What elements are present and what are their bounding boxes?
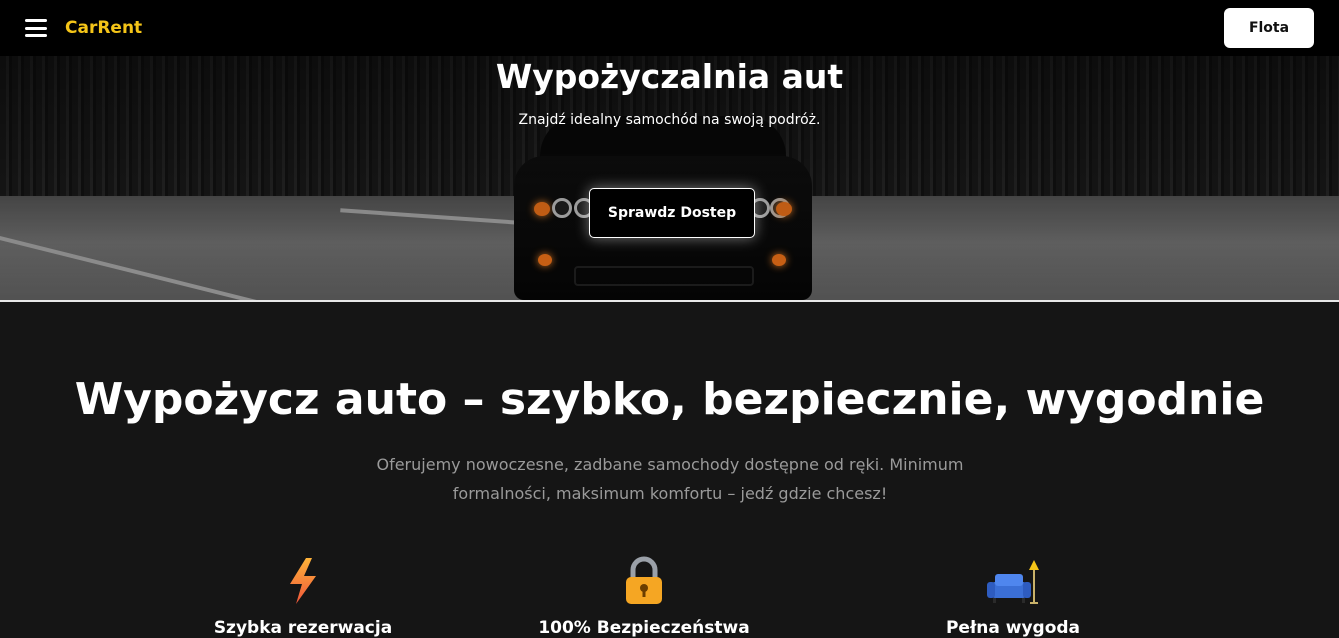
navbar-left: CarRent xyxy=(25,18,142,38)
feature-item: Pełna wygoda xyxy=(893,554,1133,638)
top-navbar: CarRent Flota xyxy=(0,0,1339,56)
brand-logo[interactable]: CarRent xyxy=(65,18,142,38)
lightning-icon xyxy=(183,554,423,608)
check-availability-button[interactable]: Sprawdz Dostep xyxy=(589,188,755,238)
section-title: Wypożycz auto – szybko, bezpiecznie, wyg… xyxy=(74,374,1265,425)
divider xyxy=(0,300,1339,302)
feature-label: Szybka rezerwacja xyxy=(213,618,393,638)
padlock-icon xyxy=(524,554,764,608)
section-description: Oferujemy nowoczesne, zadbane samochody … xyxy=(376,455,964,503)
feature-item: Szybka rezerwacja xyxy=(183,554,423,638)
feature-label: 100% Bezpieczeństwa xyxy=(538,618,750,638)
feature-item: 100% Bezpieczeństwa xyxy=(524,554,764,638)
feature-label: Pełna wygoda xyxy=(945,618,1081,638)
intro-section: Wypożycz auto – szybko, bezpiecznie, wyg… xyxy=(0,302,1339,638)
hero-title: Wypożyczalnia aut xyxy=(495,57,844,96)
fleet-button[interactable]: Flota xyxy=(1224,8,1314,48)
hamburger-menu-icon[interactable] xyxy=(25,19,47,37)
hero-subtitle: Znajdź idealny samochód na swoją podróż. xyxy=(518,112,821,128)
couch-lamp-icon xyxy=(893,554,1133,608)
